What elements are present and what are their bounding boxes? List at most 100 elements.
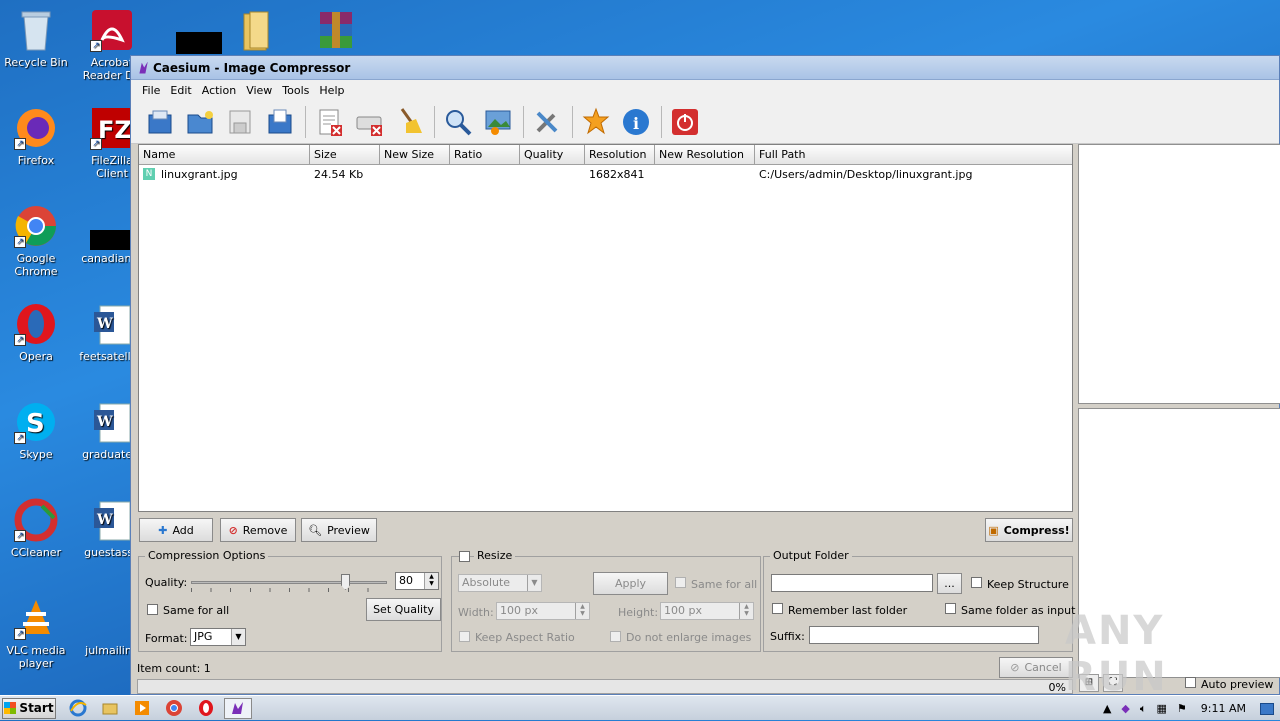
set-quality-button[interactable]: Set Quality: [366, 598, 441, 621]
same-folder-checkbox[interactable]: [945, 603, 956, 614]
width-label: Width:: [458, 606, 494, 619]
open-folder-icon[interactable]: [183, 105, 217, 139]
image-file-icon: N: [143, 168, 155, 180]
desktop-icon-recycle-bin[interactable]: Recycle Bin: [0, 2, 72, 69]
desktop-icon-vlc[interactable]: ↗ VLC media player: [0, 590, 72, 670]
menu-help[interactable]: Help: [314, 84, 349, 97]
file-list-header: Name Size New Size Ratio Quality Resolut…: [139, 145, 1072, 165]
watermark-logo: ANY RUN: [1065, 608, 1168, 700]
spin-arrows-icon[interactable]: ▲ ▼: [739, 603, 753, 619]
desktop-icon-folder[interactable]: [222, 2, 294, 56]
tools-icon[interactable]: [530, 105, 564, 139]
show-hidden-icons-icon[interactable]: ▲: [1103, 702, 1111, 715]
browse-button[interactable]: ...: [937, 573, 962, 594]
same-for-all-checkbox[interactable]: [147, 604, 158, 615]
menu-file[interactable]: File: [137, 84, 165, 97]
generic-file-icon: [90, 596, 134, 640]
caesium-tray-icon[interactable]: ◆: [1121, 702, 1129, 715]
file-explorer-icon[interactable]: [96, 698, 124, 719]
update-icon[interactable]: [579, 105, 613, 139]
remember-last-folder-checkbox[interactable]: [772, 603, 783, 614]
caesium-taskbar-icon[interactable]: [224, 697, 252, 719]
column-name[interactable]: Name: [139, 145, 310, 164]
add-button[interactable]: ✚ Add: [139, 518, 213, 542]
svg-text:W: W: [96, 512, 113, 528]
start-button[interactable]: Start: [2, 697, 56, 719]
apply-button[interactable]: Apply: [593, 572, 668, 595]
desktop-icon-skype[interactable]: S ↗ Skype: [0, 394, 72, 461]
acrobat-icon: ↗: [90, 8, 134, 52]
do-not-enlarge-checkbox[interactable]: [610, 631, 621, 642]
save-list-icon[interactable]: [223, 105, 257, 139]
quality-slider[interactable]: [191, 572, 387, 592]
open-icon[interactable]: [143, 105, 177, 139]
word-document-icon: W: [90, 400, 134, 444]
format-select[interactable]: JPG ▼: [190, 628, 246, 646]
show-desktop-icon[interactable]: [1260, 702, 1274, 715]
toolbar-separator: [523, 105, 524, 138]
progress-bar: 0%: [137, 679, 1073, 694]
desktop-icon-ccleaner[interactable]: ↗ CCleaner: [0, 492, 72, 559]
column-quality[interactable]: Quality: [520, 145, 585, 164]
chrome-icon[interactable]: [160, 698, 188, 719]
table-row[interactable]: N linuxgrant.jpg 24.54 Kb 1682x841 C:/Us…: [139, 165, 1072, 183]
firefox-icon: ↗: [14, 106, 58, 150]
column-new-size[interactable]: New Size: [380, 145, 450, 164]
remember-last-folder-label: Remember last folder: [788, 604, 908, 617]
file-size: 24.54 Kb: [314, 167, 364, 181]
export-icon[interactable]: [263, 105, 297, 139]
broom-icon[interactable]: [392, 105, 426, 139]
image-settings-icon[interactable]: [481, 105, 515, 139]
network-icon[interactable]: ▦: [1157, 702, 1167, 715]
menu-tools[interactable]: Tools: [277, 84, 314, 97]
volume-icon[interactable]: 🔈︎: [1140, 702, 1147, 716]
spin-arrows-icon[interactable]: ▲ ▼: [424, 573, 438, 589]
column-ratio[interactable]: Ratio: [450, 145, 520, 164]
output-folder-input[interactable]: [771, 574, 933, 592]
same-for-all-label: Same for all: [163, 604, 230, 617]
desktop-icon-chrome[interactable]: ↗ Google Chrome: [0, 198, 72, 278]
chevron-down-icon[interactable]: ▼: [231, 629, 245, 645]
preview-button[interactable]: 🔍︎ Preview: [301, 518, 377, 542]
remove-button[interactable]: ⊘ Remove: [220, 518, 296, 542]
desktop-icon-black-1[interactable]: [150, 2, 222, 56]
column-size[interactable]: Size: [310, 145, 380, 164]
file-full-path: C:/Users/admin/Desktop/linuxgrant.jpg: [759, 167, 973, 181]
menu-view[interactable]: View: [241, 84, 277, 97]
desktop-icon-firefox[interactable]: ↗ Firefox: [0, 100, 72, 167]
desktop-icon-winrar[interactable]: [300, 2, 372, 56]
resize-same-for-all-checkbox[interactable]: [675, 577, 686, 588]
internet-explorer-icon[interactable]: [64, 698, 92, 719]
action-center-flag-icon[interactable]: ⚑: [1177, 702, 1187, 715]
menu-action[interactable]: Action: [197, 84, 241, 97]
keep-structure-checkbox[interactable]: [971, 577, 982, 588]
suffix-input[interactable]: [809, 626, 1039, 644]
power-icon[interactable]: [668, 105, 702, 139]
clear-drive-icon[interactable]: [352, 105, 386, 139]
column-resolution[interactable]: Resolution: [585, 145, 655, 164]
info-icon[interactable]: i: [619, 105, 653, 139]
menu-edit[interactable]: Edit: [165, 84, 196, 97]
window-titlebar[interactable]: Caesium - Image Compressor: [131, 56, 1279, 80]
column-full-path[interactable]: Full Path: [755, 145, 1072, 164]
quality-spinbox[interactable]: 80 ▲ ▼: [395, 572, 439, 590]
opera-icon[interactable]: [192, 698, 220, 719]
resize-mode-select[interactable]: Absolute ▼: [458, 574, 542, 592]
resize-checkbox[interactable]: [459, 551, 470, 562]
file-list-table[interactable]: Name Size New Size Ratio Quality Resolut…: [138, 144, 1073, 512]
clock[interactable]: 9:11 AM: [1201, 702, 1246, 715]
cancel-button[interactable]: ⊘ Cancel: [999, 657, 1073, 678]
width-spinbox[interactable]: 100 px ▲ ▼: [496, 602, 590, 620]
height-spinbox[interactable]: 100 px ▲ ▼: [660, 602, 754, 620]
compress-button[interactable]: ▣ Compress!: [985, 518, 1073, 542]
taskbar: Start ▲ ◆ 🔈︎ ▦ ⚑ 9:11 AM: [0, 695, 1280, 720]
remove-item-icon[interactable]: [312, 105, 346, 139]
column-new-resolution[interactable]: New Resolution: [655, 145, 755, 164]
same-folder-label: Same folder as input: [961, 604, 1076, 617]
search-icon[interactable]: [441, 105, 475, 139]
chevron-down-icon[interactable]: ▼: [527, 575, 541, 591]
desktop-icon-opera[interactable]: ↗ Opera: [0, 296, 72, 363]
media-player-icon[interactable]: [128, 698, 156, 719]
spin-arrows-icon[interactable]: ▲ ▼: [575, 603, 589, 619]
keep-aspect-ratio-checkbox[interactable]: [459, 631, 470, 642]
